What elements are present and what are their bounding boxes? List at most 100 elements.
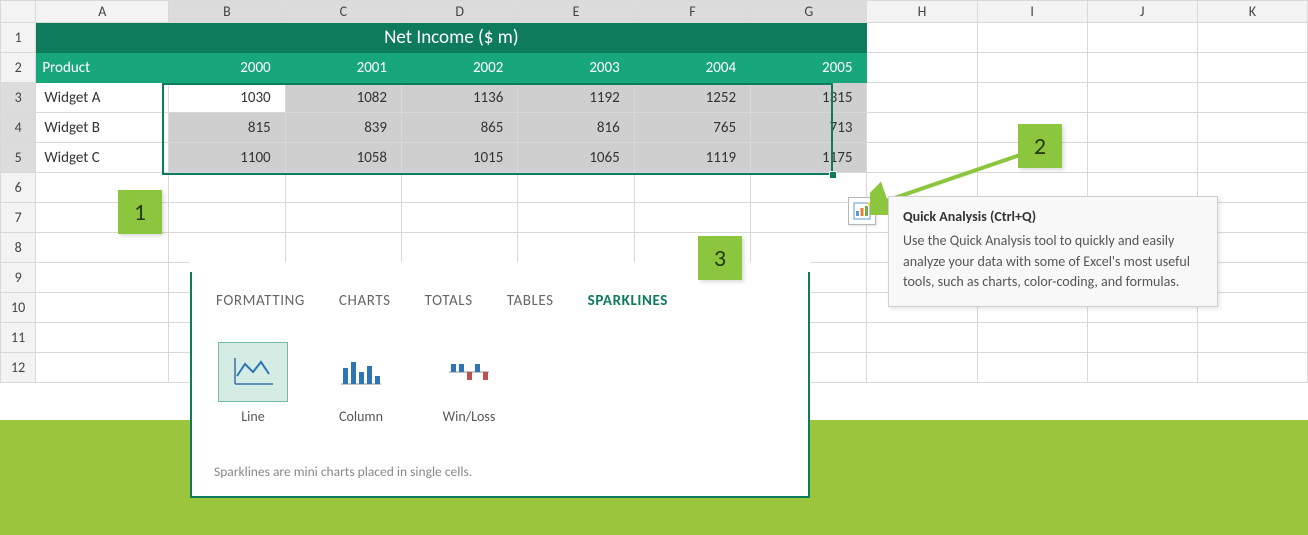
cell[interactable] — [1197, 143, 1307, 173]
cell[interactable] — [36, 323, 169, 353]
qa-tab-formatting[interactable]: FORMATTING — [214, 286, 307, 316]
row-header-8[interactable]: 8 — [1, 233, 36, 263]
data-cell[interactable]: 1058 — [285, 143, 401, 173]
row-header-5[interactable]: 5 — [1, 143, 36, 173]
cell[interactable] — [285, 233, 401, 263]
data-cell[interactable]: 865 — [402, 113, 518, 143]
cell[interactable] — [169, 203, 285, 233]
cell[interactable] — [751, 233, 867, 263]
row-header-3[interactable]: 3 — [1, 83, 36, 113]
cell[interactable] — [1087, 353, 1197, 383]
product-name: Widget B — [36, 113, 169, 143]
cell[interactable] — [402, 203, 518, 233]
cell[interactable] — [1087, 23, 1197, 53]
cell[interactable] — [518, 203, 634, 233]
cell[interactable] — [977, 353, 1087, 383]
cell[interactable] — [1087, 53, 1197, 83]
data-cell[interactable]: 1192 — [518, 83, 634, 113]
cell[interactable] — [977, 323, 1087, 353]
quick-analysis-tabs: FORMATTING CHARTS TOTALS TABLES SPARKLIN… — [214, 286, 786, 316]
cell[interactable] — [1087, 323, 1197, 353]
row-header-9[interactable]: 9 — [1, 263, 36, 293]
cell[interactable] — [36, 353, 169, 383]
col-header-J[interactable]: J — [1087, 1, 1197, 23]
col-header-I[interactable]: I — [977, 1, 1087, 23]
select-all-cell[interactable] — [1, 1, 36, 23]
col-header-H[interactable]: H — [867, 1, 977, 23]
qa-tab-tables[interactable]: TABLES — [505, 286, 556, 316]
cell[interactable] — [1197, 53, 1307, 83]
cell[interactable] — [977, 83, 1087, 113]
callout-box-3: 3 — [698, 236, 742, 280]
data-cell[interactable]: 1315 — [751, 83, 867, 113]
cell[interactable] — [402, 233, 518, 263]
data-cell[interactable]: 815 — [169, 113, 285, 143]
cell[interactable] — [402, 173, 518, 203]
cell[interactable] — [1197, 323, 1307, 353]
col-header-C[interactable]: C — [285, 1, 401, 23]
col-header-D[interactable]: D — [402, 1, 518, 23]
cell[interactable] — [1197, 23, 1307, 53]
row-header-7[interactable]: 7 — [1, 203, 36, 233]
col-header-K[interactable]: K — [1197, 1, 1307, 23]
cell[interactable] — [285, 203, 401, 233]
data-cell[interactable]: 839 — [285, 113, 401, 143]
data-cell[interactable]: 1136 — [402, 83, 518, 113]
qa-tab-totals[interactable]: TOTALS — [423, 286, 475, 316]
qa-option-line[interactable]: Line — [214, 342, 292, 425]
data-cell[interactable]: 1119 — [634, 143, 750, 173]
cell[interactable] — [634, 173, 750, 203]
row-header-4[interactable]: 4 — [1, 113, 36, 143]
cell[interactable] — [1197, 113, 1307, 143]
cell[interactable] — [867, 83, 977, 113]
cell[interactable] — [518, 173, 634, 203]
cell[interactable] — [867, 113, 977, 143]
row-header-11[interactable]: 11 — [1, 323, 36, 353]
col-header-A[interactable]: A — [36, 1, 169, 23]
cell[interactable] — [169, 233, 285, 263]
cell[interactable] — [634, 203, 750, 233]
row-header-6[interactable]: 6 — [1, 173, 36, 203]
cell[interactable] — [867, 53, 977, 83]
data-cell[interactable]: 1082 — [285, 83, 401, 113]
cell[interactable] — [1087, 113, 1197, 143]
cell[interactable] — [1087, 83, 1197, 113]
row-header-12[interactable]: 12 — [1, 353, 36, 383]
cell[interactable] — [1197, 83, 1307, 113]
cell[interactable] — [867, 23, 977, 53]
col-header-B[interactable]: B — [169, 1, 285, 23]
row-header-10[interactable]: 10 — [1, 293, 36, 323]
data-cell[interactable]: 1175 — [751, 143, 867, 173]
data-cell[interactable]: 816 — [518, 113, 634, 143]
qa-tab-charts[interactable]: CHARTS — [337, 286, 393, 316]
row-header-1[interactable]: 1 — [1, 23, 36, 53]
cell[interactable] — [977, 23, 1087, 53]
cell[interactable] — [36, 293, 169, 323]
row-header-2[interactable]: 2 — [1, 53, 36, 83]
cell[interactable] — [1197, 353, 1307, 383]
data-cell[interactable]: 1252 — [634, 83, 750, 113]
data-cell[interactable]: 1065 — [518, 143, 634, 173]
cell[interactable] — [518, 233, 634, 263]
qa-option-column[interactable]: Column — [322, 342, 400, 425]
cell[interactable] — [1087, 143, 1197, 173]
col-header-F[interactable]: F — [634, 1, 750, 23]
data-cell[interactable]: 1100 — [169, 143, 285, 173]
cell[interactable] — [36, 233, 169, 263]
cell[interactable] — [285, 173, 401, 203]
qa-option-winloss[interactable]: Win/Loss — [430, 342, 508, 425]
cell[interactable] — [36, 263, 169, 293]
cell[interactable] — [977, 53, 1087, 83]
col-header-G[interactable]: G — [751, 1, 867, 23]
cell[interactable] — [867, 323, 977, 353]
cell[interactable] — [867, 353, 977, 383]
data-cell[interactable]: 1015 — [402, 143, 518, 173]
qa-tab-sparklines[interactable]: SPARKLINES — [586, 286, 670, 316]
data-cell[interactable]: 1030 — [169, 83, 285, 113]
selection-fill-handle[interactable] — [829, 171, 837, 179]
quick-analysis-icon — [853, 202, 871, 220]
data-cell[interactable]: 765 — [634, 113, 750, 143]
cell[interactable] — [169, 173, 285, 203]
data-cell[interactable]: 713 — [751, 113, 867, 143]
col-header-E[interactable]: E — [518, 1, 634, 23]
